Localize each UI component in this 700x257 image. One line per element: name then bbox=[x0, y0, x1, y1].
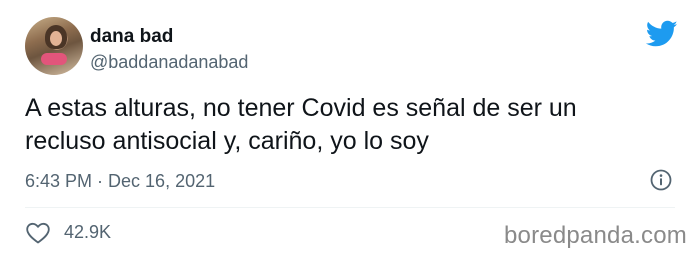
like-count[interactable]: 42.9K bbox=[64, 222, 111, 243]
info-icon[interactable] bbox=[649, 168, 673, 192]
tweet-text-line: recluso antisocial y, cariño, yo lo soy bbox=[25, 127, 429, 155]
twitter-bird-icon[interactable] bbox=[646, 20, 678, 48]
divider bbox=[25, 207, 675, 208]
heart-icon[interactable] bbox=[25, 221, 51, 245]
avatar-swimsuit bbox=[41, 53, 67, 65]
tweet-text: A estas alturas, no tener Covid es señal… bbox=[25, 92, 675, 158]
tweet-text-line: A estas alturas, no tener Covid es señal… bbox=[25, 94, 577, 122]
author-display-name[interactable]: dana bad bbox=[90, 26, 173, 48]
watermark: boredpanda.com bbox=[504, 222, 687, 249]
tweet-timestamp[interactable]: 6:43 PM · Dec 16, 2021 bbox=[25, 171, 215, 192]
author-handle[interactable]: @baddanadanabad bbox=[90, 52, 248, 73]
avatar[interactable] bbox=[25, 17, 83, 75]
avatar-face bbox=[50, 31, 62, 46]
